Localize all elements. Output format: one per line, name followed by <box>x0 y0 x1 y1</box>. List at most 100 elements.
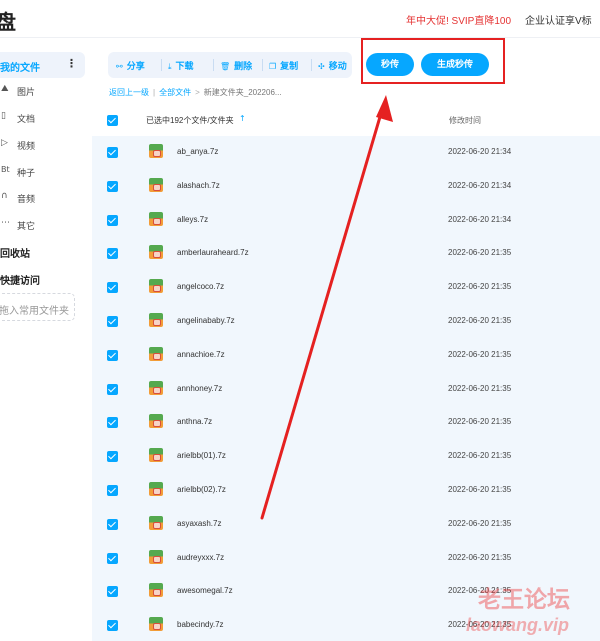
sidebar-item-label: 视频 <box>17 141 36 151</box>
breadcrumb-current: 新建文件夹_202206... <box>203 88 282 97</box>
row-checkbox[interactable] <box>107 417 118 429</box>
archive-file-icon <box>149 245 163 260</box>
file-toolbar: ⚯ 分享 ⤓ 下载 🗑 删除 ❐ 复制 ✣ 移动 <box>108 52 352 78</box>
file-row[interactable]: angelinababy.7z 2022-06-20 21:35 <box>92 305 600 339</box>
app-logo[interactable]: 盘 <box>0 6 16 35</box>
download-button[interactable]: ⤓ 下载 <box>168 59 194 72</box>
file-name[interactable]: anthna.7z <box>177 417 212 426</box>
archive-file-icon <box>149 313 163 327</box>
file-name[interactable]: alashach.7z <box>177 181 220 190</box>
file-row[interactable]: alashach.7z 2022-06-20 21:34 <box>92 170 600 204</box>
sidebar-item-label: 音频 <box>17 194 36 204</box>
document-icon: ▯ <box>1 111 6 121</box>
row-checkbox[interactable] <box>107 282 118 294</box>
breadcrumb-back-link[interactable]: 返回上一级 <box>109 88 149 97</box>
file-row[interactable]: arielbb(02).7z 2022-06-20 21:35 <box>92 474 600 508</box>
file-row[interactable]: annhoney.7z 2022-06-20 21:35 <box>92 373 600 407</box>
watermark-text: 老王论坛 <box>478 587 570 613</box>
toolbar-divider <box>311 59 312 71</box>
file-name[interactable]: arielbb(01).7z <box>177 451 226 460</box>
file-row[interactable]: amberlauraheard.7z 2022-06-20 21:35 <box>92 237 600 271</box>
file-row[interactable]: anthna.7z 2022-06-20 21:35 <box>92 406 600 440</box>
file-modified-time: 2022-06-20 21:35 <box>448 485 512 494</box>
file-list: ab_anya.7z 2022-06-20 21:34 alashach.7z 202… <box>92 136 600 641</box>
archive-file-icon <box>149 380 163 395</box>
file-list-header: 已选中192个文件/文件夹 ↑ 修改时间 <box>92 108 600 134</box>
file-name[interactable]: ab_anya.7z <box>177 147 218 156</box>
sidebar-item-label: 我的文件 <box>0 63 40 74</box>
more-icon[interactable]: ⋮ <box>66 57 77 70</box>
file-modified-time: 2022-06-20 21:34 <box>448 147 512 156</box>
share-icon: ⚯ <box>116 62 123 71</box>
row-checkbox[interactable] <box>107 620 118 632</box>
row-checkbox[interactable] <box>107 214 118 226</box>
file-name[interactable]: amberlauraheard.7z <box>177 248 249 257</box>
file-name[interactable]: audreyxxx.7z <box>177 553 224 562</box>
copy-icon: ❐ <box>269 62 277 71</box>
archive-file-icon <box>149 583 163 598</box>
select-all-checkbox[interactable] <box>107 115 118 126</box>
share-button[interactable]: ⚯ 分享 <box>116 59 145 72</box>
archive-file-icon <box>149 515 163 530</box>
toolbar-divider <box>213 59 214 71</box>
archive-file-icon <box>149 482 163 496</box>
add-folder-label: 拖入常用文件夹 <box>0 306 69 317</box>
move-button[interactable]: ✣ 移动 <box>318 59 347 72</box>
file-row[interactable]: asyaxash.7z 2022-06-20 21:35 <box>92 508 600 542</box>
file-modified-time: 2022-06-20 21:35 <box>448 383 512 393</box>
file-name[interactable]: alleys.7z <box>177 215 208 224</box>
archive-file-icon <box>149 177 163 192</box>
file-row[interactable]: audreyxxx.7z 2022-06-20 21:35 <box>92 542 600 576</box>
sidebar-item-recycle-bin[interactable]: 回收站 <box>0 245 30 260</box>
archive-file-icon <box>149 279 163 294</box>
toolbar-divider <box>262 59 263 71</box>
annotation-highlight-box <box>361 38 505 84</box>
promo-link[interactable]: 年中大促! SVIP直降100 <box>406 12 511 27</box>
file-name[interactable]: awesomegal.7z <box>177 586 233 595</box>
row-checkbox[interactable] <box>107 349 118 361</box>
file-name[interactable]: angelinababy.7z <box>177 316 235 325</box>
archive-file-icon <box>149 414 163 429</box>
sidebar-item-label: 图片 <box>17 87 36 97</box>
sort-icon[interactable]: ↑ <box>239 114 246 123</box>
file-name[interactable]: annachioe.7z <box>177 350 225 359</box>
row-checkbox[interactable] <box>107 552 118 564</box>
row-checkbox[interactable] <box>107 518 118 530</box>
image-icon: ⛰ <box>1 84 9 94</box>
file-name[interactable]: annhoney.7z <box>177 384 222 393</box>
file-name[interactable]: asyaxash.7z <box>177 519 221 528</box>
row-checkbox[interactable] <box>107 147 118 158</box>
file-name[interactable]: babecindy.7z <box>177 620 224 629</box>
file-row[interactable]: alleys.7z 2022-06-20 21:34 <box>92 204 600 238</box>
breadcrumb-all-files-link[interactable]: 全部文件 <box>159 88 191 97</box>
file-name[interactable]: angelcoco.7z <box>177 282 224 291</box>
modified-time-column[interactable]: 修改时间 <box>449 115 481 126</box>
video-icon: ▷ <box>1 138 8 148</box>
breadcrumb: 返回上一级 | 全部文件 > 新建文件夹_202206... <box>109 87 282 98</box>
row-checkbox[interactable] <box>107 485 118 496</box>
row-checkbox[interactable] <box>107 451 118 463</box>
row-checkbox[interactable] <box>107 180 118 192</box>
move-icon: ✣ <box>318 62 325 71</box>
row-checkbox[interactable] <box>107 248 118 260</box>
archive-file-icon <box>149 448 163 463</box>
enterprise-cert-link[interactable]: 企业认证享V标 <box>525 12 592 27</box>
sidebar-item-label: 种子 <box>17 168 36 178</box>
watermark-url: laowang.vip <box>466 615 570 635</box>
breadcrumb-separator: | <box>153 88 156 97</box>
file-modified-time: 2022-06-20 21:34 <box>448 214 512 224</box>
add-folder-dropzone[interactable]: 拖入常用文件夹 <box>0 293 75 321</box>
row-checkbox[interactable] <box>107 316 118 327</box>
copy-button[interactable]: ❐ 复制 <box>269 59 298 72</box>
file-name[interactable]: arielbb(02).7z <box>177 485 226 494</box>
delete-button[interactable]: 🗑 删除 <box>220 59 252 72</box>
sidebar-item-my-files[interactable]: 我的文件 ⋮ <box>0 52 85 78</box>
row-checkbox[interactable] <box>107 383 118 395</box>
file-modified-time: 2022-06-20 21:34 <box>448 180 512 190</box>
file-row[interactable]: arielbb(01).7z 2022-06-20 21:35 <box>92 440 600 474</box>
file-row[interactable]: angelcoco.7z 2022-06-20 21:35 <box>92 271 600 305</box>
file-row[interactable]: ab_anya.7z 2022-06-20 21:34 <box>92 136 600 170</box>
sidebar-item-label: 其它 <box>17 221 36 231</box>
file-row[interactable]: annachioe.7z 2022-06-20 21:35 <box>92 339 600 373</box>
row-checkbox[interactable] <box>107 586 118 598</box>
